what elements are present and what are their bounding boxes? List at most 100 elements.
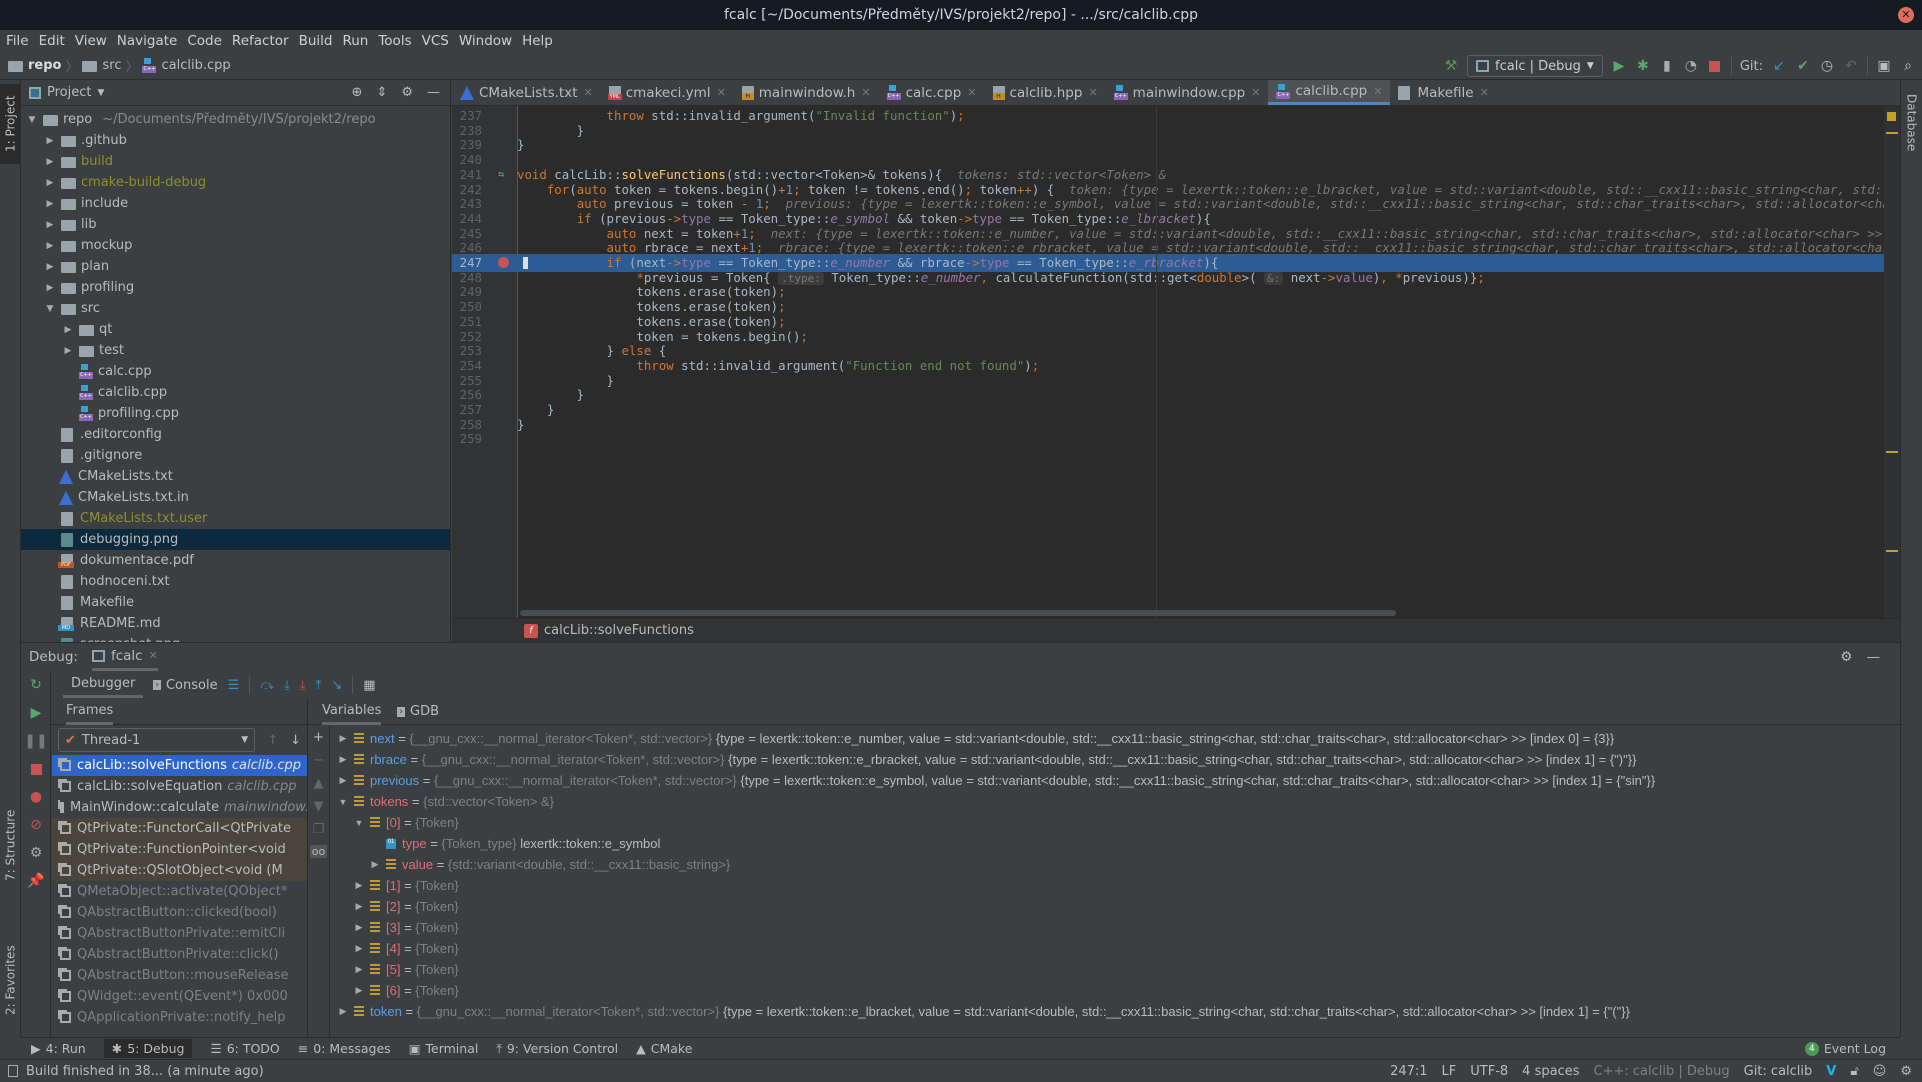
stack-frame[interactable]: QApplicationPrivate::notify_help — [52, 1007, 307, 1028]
editor-tab[interactable]: CMakeLists.txt ✕ — [452, 80, 601, 105]
expand-arrow-icon[interactable]: ▶ — [61, 325, 75, 335]
editor-tab[interactable]: calclib.hpp✕ — [985, 80, 1106, 105]
tree-item[interactable]: ▼ src — [21, 298, 450, 319]
tool-window-button[interactable]: ▶ 4: Run — [31, 1041, 86, 1056]
expand-arrow-icon[interactable]: ▶ — [336, 1006, 350, 1017]
chevron-down-icon[interactable]: ▼ — [97, 88, 104, 98]
tree-item[interactable]: CMakeLists.txt — [21, 466, 450, 487]
tool-window-button[interactable]: ▲ CMake — [636, 1041, 692, 1056]
tree-item[interactable]: ▶ plan — [21, 256, 450, 277]
hide-panel-icon[interactable]: — — [427, 85, 440, 100]
tree-item[interactable]: Makefile — [21, 592, 450, 613]
rerun-icon[interactable]: ↻ — [21, 671, 51, 699]
next-frame-icon[interactable]: ↓ — [290, 733, 301, 748]
variable-row[interactable]: ▶ [5] = {Token} — [332, 959, 1900, 980]
search-icon[interactable]: ⌕ — [1900, 58, 1916, 74]
step-into-icon[interactable]: ⤓ — [284, 678, 290, 693]
debugger-tab[interactable]: Debugger — [63, 672, 144, 698]
horizontal-scrollbar[interactable] — [520, 610, 1396, 616]
close-tab-icon[interactable]: ✕ — [967, 86, 976, 99]
editor-tab[interactable]: calc.cpp✕ — [879, 80, 985, 105]
presentation-mode-icon[interactable]: ▣ — [1876, 58, 1892, 74]
thread-select[interactable]: ✔ Thread-1 ▼ — [58, 728, 256, 752]
tree-item[interactable]: hodnoceni.txt — [21, 571, 450, 592]
close-tab-icon[interactable]: ✕ — [149, 649, 158, 662]
resolve-context[interactable]: C++: calclib | Debug — [1594, 1064, 1730, 1079]
expand-arrow-icon[interactable]: ▶ — [43, 262, 57, 272]
editor-tab[interactable]: mainwindow.cpp✕ — [1106, 80, 1269, 105]
tree-item[interactable]: profiling.cpp — [21, 403, 450, 424]
database-tool-tab[interactable]: Database — [1901, 88, 1922, 158]
editor-tab[interactable]: calclib.cpp✕ — [1268, 80, 1391, 105]
variable-row[interactable]: ▶ [4] = {Token} — [332, 938, 1900, 959]
stop-icon[interactable] — [21, 755, 51, 783]
variable-row[interactable]: ▶ token = {__gnu_cxx::__normal_iterator<T… — [332, 1001, 1900, 1022]
expand-arrow-icon[interactable]: ▶ — [61, 346, 75, 356]
breakpoint-icon[interactable] — [498, 257, 509, 268]
tree-item[interactable]: ▶ include — [21, 193, 450, 214]
debug-session-tab[interactable]: fcalc ✕ — [91, 643, 158, 671]
settings-icon[interactable]: ⚙ — [21, 839, 51, 867]
git-branch[interactable]: Git: calclib — [1744, 1064, 1813, 1079]
menu-code[interactable]: Code — [187, 33, 222, 49]
run-to-cursor-icon[interactable]: ↘ — [331, 678, 342, 693]
run-icon[interactable]: ▶ — [1611, 58, 1627, 74]
expand-arrow-icon[interactable]: ▶ — [352, 943, 366, 954]
tree-item[interactable]: ▶ mockup — [21, 235, 450, 256]
expand-arrow-icon[interactable]: ▶ — [43, 241, 57, 251]
tree-item[interactable]: CMakeLists.txt.user — [21, 508, 450, 529]
tool-window-button[interactable]: ☰ 6: TODO — [210, 1041, 279, 1056]
run-configuration-select[interactable]: fcalc | Debug ▼ — [1467, 55, 1603, 77]
tree-item[interactable]: ▶ qt — [21, 319, 450, 340]
expand-arrow-icon[interactable]: ▶ — [368, 859, 382, 870]
expand-arrow-icon[interactable]: ▶ — [352, 901, 366, 912]
stack-frame[interactable]: MainWindow::calculatemainwindow.cpp — [52, 797, 307, 818]
tree-item[interactable]: calclib.cpp — [21, 382, 450, 403]
collapse-all-icon[interactable]: ⇕ — [376, 85, 387, 100]
expand-arrow-icon[interactable]: ▼ — [43, 304, 57, 314]
git-update-icon[interactable]: ↙ — [1771, 58, 1787, 74]
expand-arrow-icon[interactable]: ▶ — [352, 964, 366, 975]
status-message[interactable]: Build finished in 38... (a minute ago) — [26, 1064, 264, 1079]
tree-item[interactable]: ▶ build — [21, 151, 450, 172]
breadcrumb-file[interactable]: calclib.cpp — [142, 58, 231, 73]
expand-arrow-icon[interactable]: ▼ — [25, 115, 39, 125]
indent-setting[interactable]: 4 spaces — [1522, 1064, 1579, 1079]
menu-navigate[interactable]: Navigate — [117, 33, 178, 49]
expand-arrow-icon[interactable]: ▶ — [336, 775, 350, 786]
variable-row[interactable]: ▶ [3] = {Token} — [332, 917, 1900, 938]
variable-row[interactable]: ▶ [6] = {Token} — [332, 980, 1900, 1001]
remove-watch-icon[interactable]: − — [313, 753, 324, 768]
expand-arrow-icon[interactable]: ▶ — [336, 754, 350, 765]
build-hammer-icon[interactable]: ⚒ — [1443, 58, 1459, 74]
tree-item[interactable]: .gitignore — [21, 445, 450, 466]
copy-icon[interactable]: ❐ — [313, 822, 325, 837]
move-up-icon[interactable]: ▲ — [314, 776, 324, 791]
show-execution-point-icon[interactable]: ☰ — [228, 678, 240, 693]
gdb-tab[interactable]: › GDB — [397, 704, 439, 719]
gear-icon[interactable]: ⚙ — [1840, 649, 1852, 665]
menu-refactor[interactable]: Refactor — [232, 33, 289, 49]
lock-icon[interactable]: 🔓︎ — [1850, 1064, 1858, 1079]
expand-arrow-icon[interactable]: ▼ — [352, 818, 366, 828]
inspector-icon[interactable]: ☺ — [1873, 1064, 1887, 1079]
vim-icon[interactable]: V — [1826, 1064, 1836, 1079]
stack-frame[interactable]: QAbstractButton::mouseRelease — [52, 965, 307, 986]
close-window-button[interactable]: ✕ — [1898, 7, 1914, 23]
previous-frame-icon[interactable]: ↑ — [267, 733, 278, 748]
variable-row[interactable]: ▶ [2] = {Token} — [332, 896, 1900, 917]
close-tab-icon[interactable]: ✕ — [861, 86, 870, 99]
pause-icon[interactable]: ❚❚ — [21, 727, 51, 755]
tool-window-button[interactable]: ⤒ 9: Version Control — [496, 1041, 618, 1057]
expand-arrow-icon[interactable]: ▶ — [352, 880, 366, 891]
editor-tab[interactable]: mainwindow.h✕ — [734, 80, 879, 105]
expand-arrow-icon[interactable]: ▶ — [352, 922, 366, 933]
menu-help[interactable]: Help — [522, 33, 553, 49]
stop-icon[interactable] — [1707, 58, 1723, 74]
frames-tab[interactable]: Frames — [52, 699, 307, 725]
editor-tab[interactable]: Makefile ✕ — [1390, 80, 1496, 105]
resume-icon[interactable]: ▶ — [21, 699, 51, 727]
expand-arrow-icon[interactable]: ▶ — [43, 136, 57, 146]
tree-item[interactable]: .editorconfig — [21, 424, 450, 445]
show-watches-icon[interactable]: oo — [309, 845, 328, 858]
